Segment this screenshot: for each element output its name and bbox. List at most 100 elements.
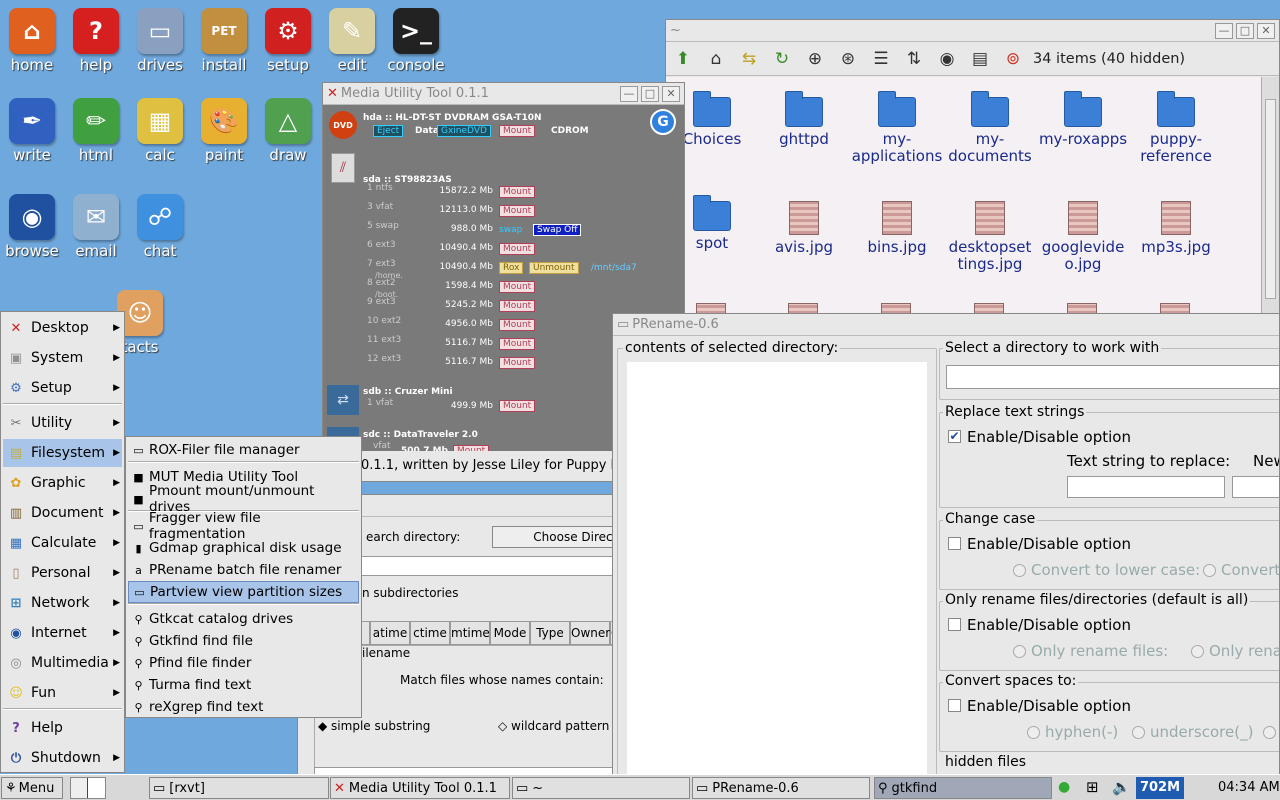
mut-title-bar[interactable]: ✕ Media Utility Tool 0.1.1 — □ ✕ [323, 83, 684, 105]
task-button[interactable]: ⚲ gtkfind [874, 777, 1052, 799]
desktop-icon-html[interactable]: ✏ html [64, 98, 128, 164]
close-icon[interactable]: ✕ [1257, 22, 1275, 39]
menu-item-personal[interactable]: ▯ Personal ▶ [3, 559, 122, 587]
tab-mtime[interactable]: mtime [450, 621, 490, 645]
task-button[interactable]: ▭ PRename-0.6 [692, 777, 870, 799]
menu-item-utility[interactable]: ✂ Utility ▶ [3, 409, 122, 437]
file-item[interactable]: my-roxapps [1035, 91, 1131, 148]
rox-title-bar[interactable]: ~ — □ ✕ [666, 20, 1279, 42]
up-arrow-icon[interactable]: ⬆ [670, 46, 696, 72]
close-icon[interactable]: ✕ [662, 85, 680, 102]
zoom-in-icon[interactable]: ⊕ [802, 46, 828, 72]
hda-mount-button[interactable]: Mount [499, 125, 536, 137]
desktop-icon-edit[interactable]: ✎ edit [320, 8, 384, 74]
desktop-icon-calc[interactable]: ▦ calc [128, 98, 192, 164]
bookmarks-icon[interactable]: ⇆ [736, 46, 762, 72]
menu-button[interactable]: ⚘ Menu [1, 777, 63, 799]
help-lifebuoy-icon[interactable]: ⊚ [1000, 46, 1026, 72]
submenu-item[interactable]: ▮ Gdmap graphical disk usage [128, 537, 359, 559]
menu-item-multimedia[interactable]: ◎ Multimedia ▶ [3, 649, 122, 677]
file-item[interactable]: avis.jpg [756, 201, 852, 256]
desktop-icon-paint[interactable]: 🎨 paint [192, 98, 256, 164]
home-icon[interactable]: ⌂ [703, 46, 729, 72]
hda-gxinedvd-button[interactable]: GxineDVD [437, 125, 491, 137]
rox-scrollbar[interactable] [1261, 77, 1279, 318]
desktop-icon-drives[interactable]: ▭ drives [128, 8, 192, 74]
desktop-icon-console[interactable]: >_ console [384, 8, 448, 74]
menu-item-desktop[interactable]: ✕ Desktop ▶ [3, 314, 122, 342]
other-space-radio[interactable] [1263, 726, 1276, 739]
spaces-enable-checkbox[interactable] [948, 699, 961, 712]
desktop-icon-email[interactable]: ✉ email [64, 194, 128, 260]
submenu-item[interactable]: ⚲ Gtkcat catalog drives [128, 608, 359, 630]
new-string-input[interactable] [1232, 476, 1279, 498]
file-item[interactable]: desktopset tings.jpg [942, 201, 1038, 273]
menu-item-system[interactable]: ▣ System ▶ [3, 344, 122, 372]
mount-button[interactable]: Mount [499, 186, 536, 198]
details-icon[interactable]: ▤ [967, 46, 993, 72]
menu-item-fun[interactable]: ☺ Fun ▶ [3, 679, 122, 707]
submenu-item[interactable]: ▭ ROX-Filer file manager [128, 439, 359, 461]
file-item[interactable]: googlevide o.jpg [1035, 201, 1131, 273]
tab-type[interactable]: Type [530, 621, 570, 645]
convert-upper-radio[interactable] [1203, 564, 1216, 577]
directory-path-input[interactable] [946, 365, 1279, 389]
submenu-item[interactable]: a PRename batch file renamer [128, 559, 359, 581]
maximize-icon[interactable]: □ [1236, 22, 1254, 39]
mount-button[interactable]: Mount [499, 400, 536, 412]
replace-string-input[interactable] [1067, 476, 1225, 498]
rox-file-area[interactable]: Choices ghttpd my-applications my-documents… [666, 77, 1261, 318]
mount-button[interactable]: Mount [499, 300, 536, 312]
mount-button[interactable]: Mount [499, 357, 536, 369]
sort-icon[interactable]: ⇅ [901, 46, 927, 72]
minimize-icon[interactable]: — [620, 85, 638, 102]
submenu-item[interactable]: ■ Pmount mount/unmount drives [128, 483, 359, 515]
maximize-icon[interactable]: □ [641, 85, 659, 102]
case-enable-checkbox[interactable] [948, 537, 961, 550]
hyphen-radio[interactable] [1027, 726, 1040, 739]
tab-ctime[interactable]: ctime [410, 621, 450, 645]
task-button[interactable]: ✕ Media Utility Tool 0.1.1 [330, 777, 510, 799]
mount-button[interactable]: Mount [499, 205, 536, 217]
tray-power-icon[interactable]: ● [1058, 779, 1070, 795]
submenu-item[interactable]: ⚲ Pfind file finder [128, 652, 359, 674]
underscore-radio[interactable] [1132, 726, 1145, 739]
file-item[interactable]: ghttpd [756, 91, 852, 148]
desktop-icon-setup[interactable]: ⚙ setup [256, 8, 320, 74]
submenu-item[interactable]: ⚲ Gtkfind find file [128, 630, 359, 652]
only-dirs-radio[interactable] [1191, 645, 1204, 658]
submenu-item[interactable]: ⚲ reXgrep find text [128, 696, 359, 718]
zoom-fit-icon[interactable]: ⊛ [835, 46, 861, 72]
list-view-icon[interactable]: ☰ [868, 46, 894, 72]
desktop-icon-write[interactable]: ✒ write [0, 98, 64, 164]
mount-button[interactable]: Mount [499, 243, 536, 255]
desktop-icon-browse[interactable]: ◉ browse [0, 194, 64, 260]
file-item[interactable]: mp3s.jpg [1128, 201, 1224, 256]
mount-button[interactable]: Mount [499, 338, 536, 350]
only-files-radio[interactable] [1013, 645, 1026, 658]
file-item[interactable]: my-documents [942, 91, 1038, 165]
desktop-icon-home[interactable]: ⌂ home [0, 8, 64, 74]
replace-enable-checkbox[interactable]: ✔ [948, 430, 961, 443]
show-hidden-icon[interactable]: ◉ [934, 46, 960, 72]
tab-owner[interactable]: Owner [570, 621, 610, 645]
swap-off-button[interactable]: Swap Off [533, 224, 582, 236]
task-button[interactable]: ▭ [rxvt] [149, 777, 329, 799]
menu-item-help[interactable]: ? Help [3, 714, 122, 742]
tab-mode[interactable]: Mode [490, 621, 530, 645]
menu-item-calculate[interactable]: ▦ Calculate ▶ [3, 529, 122, 557]
minimize-icon[interactable]: — [1215, 22, 1233, 39]
menu-item-setup[interactable]: ⚙ Setup ▶ [3, 374, 122, 402]
refresh-icon[interactable]: ↻ [769, 46, 795, 72]
desktop-icon-chat[interactable]: ☍ chat [128, 194, 192, 260]
pager[interactable] [70, 777, 106, 799]
unmount-button[interactable]: Unmount [529, 262, 579, 274]
file-item[interactable]: my-applications [849, 91, 945, 165]
desktop-icon-install[interactable]: PET install [192, 8, 256, 74]
file-item[interactable]: puppy-reference [1128, 91, 1224, 165]
desktop-icon-draw[interactable]: △ draw [256, 98, 320, 164]
submenu-item[interactable]: ⚲ Turma find text [128, 674, 359, 696]
menu-item-shutdown[interactable]: ⏻ Shutdown ▶ [3, 744, 122, 772]
mount-button[interactable]: Mount [499, 281, 536, 293]
rox-button[interactable]: Rox [499, 262, 524, 274]
